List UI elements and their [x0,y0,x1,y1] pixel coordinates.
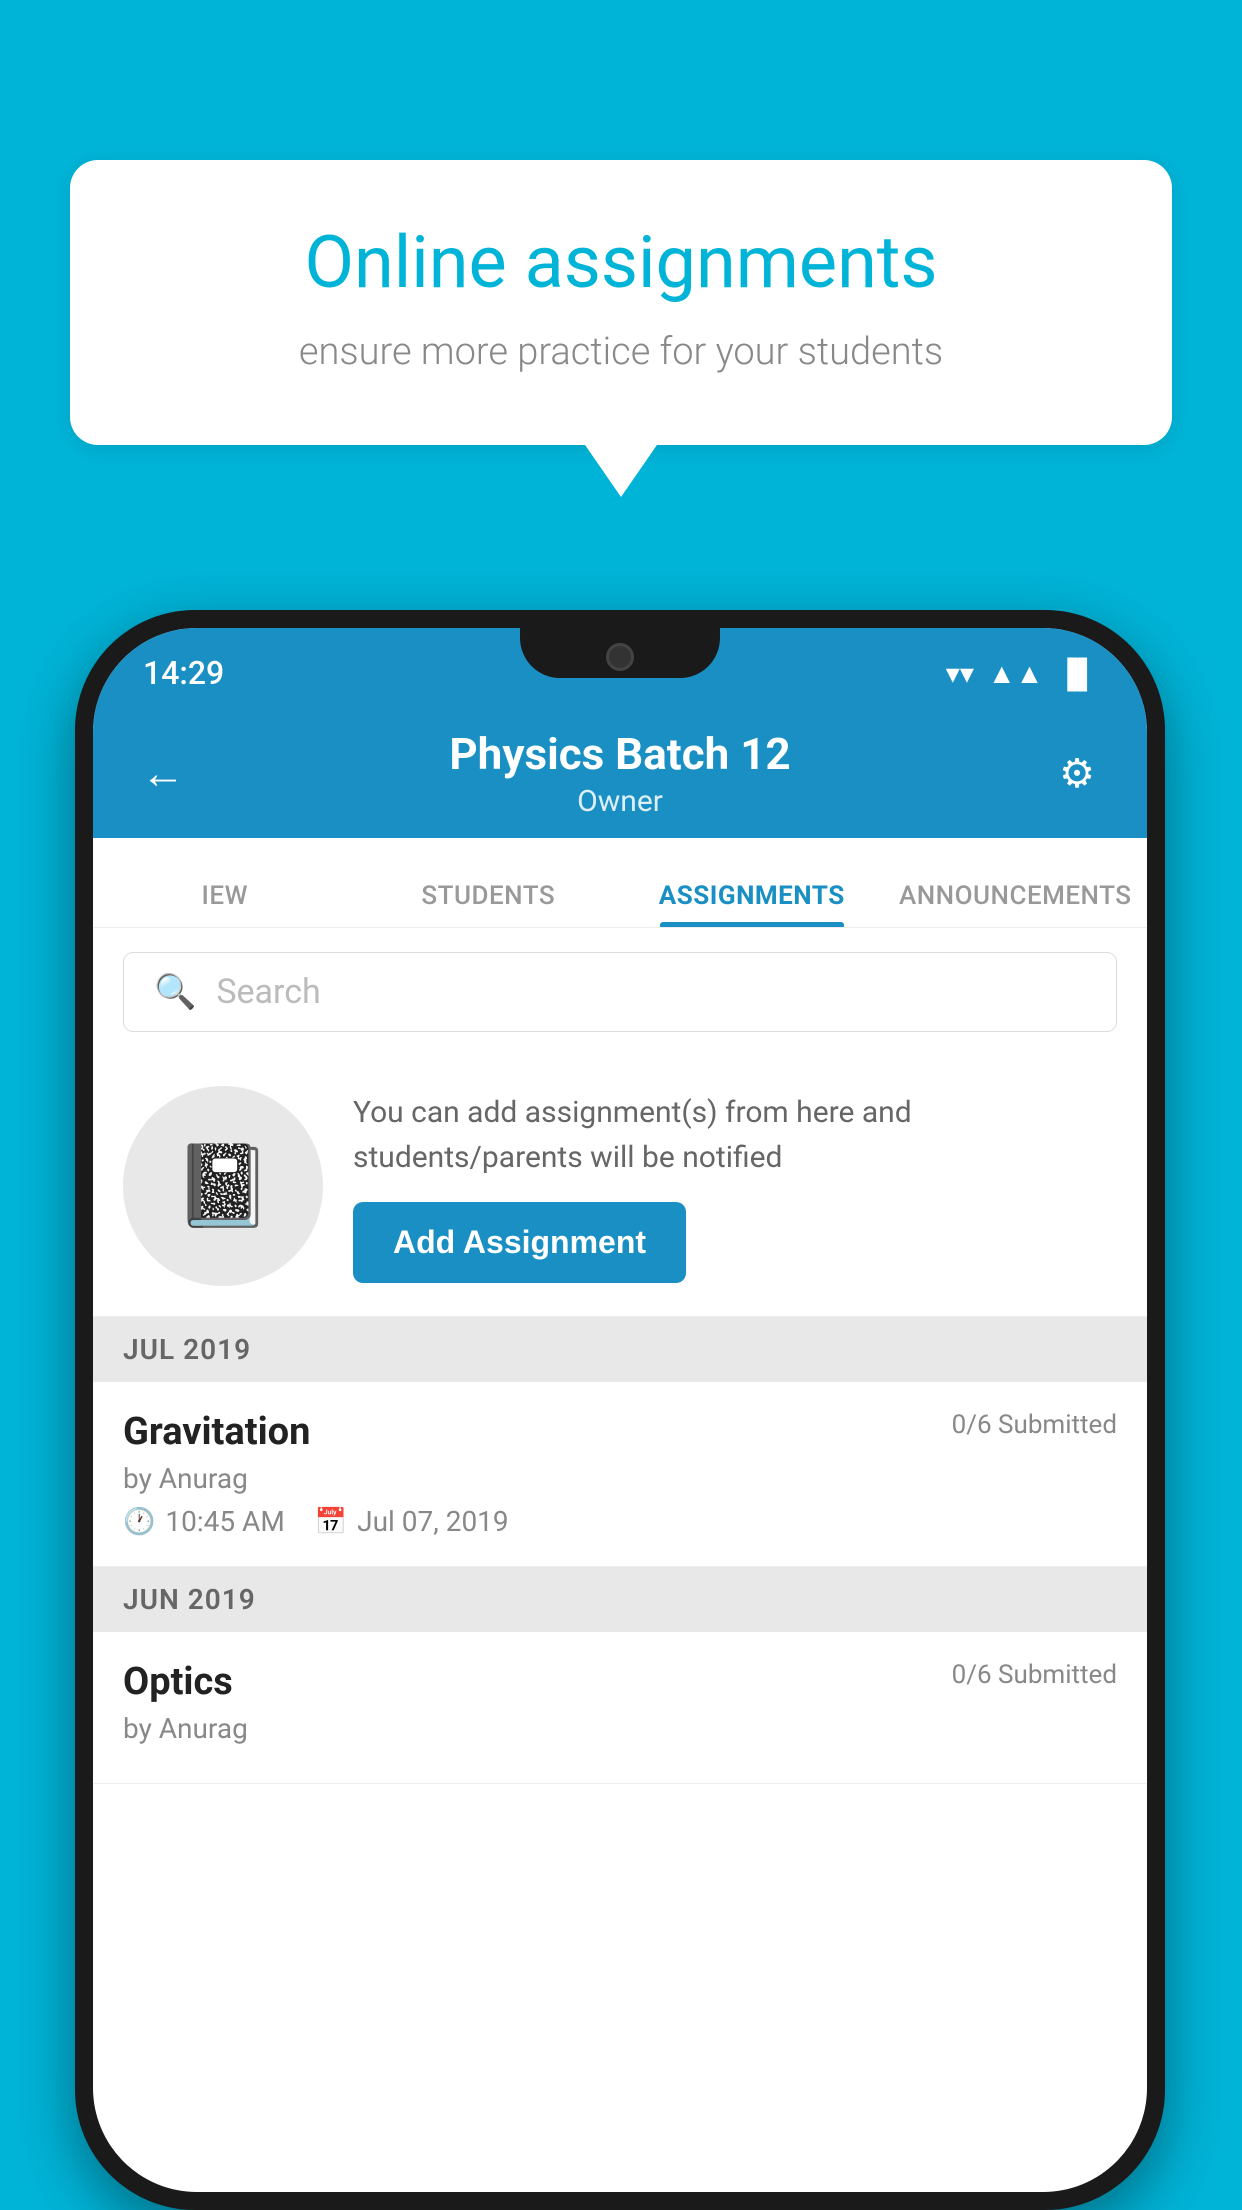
tab-announcements[interactable]: ANNOUNCEMENTS [884,881,1148,927]
calendar-icon: 📅 [315,1507,347,1537]
submitted-badge-2: 0/6 Submitted [952,1660,1117,1690]
search-icon: 🔍 [154,972,196,1012]
search-placeholder: Search [216,972,320,1012]
assignment-row-top-2: Optics 0/6 Submitted [123,1660,1117,1704]
settings-button[interactable]: ⚙ [1047,750,1107,797]
search-container: 🔍 Search [93,928,1147,1056]
header-title: Physics Batch 12 [193,728,1047,780]
phone-frame: 14:29 ▾▾ ▲▲ ▐▌ ← Physics Batch 12 Owner … [75,610,1165,2210]
status-time: 14:29 [143,654,224,692]
assignment-time-value: 10:45 AM [165,1505,284,1538]
phone-camera [606,643,634,671]
section-header-jun2019: JUN 2019 [93,1567,1147,1632]
notebook-icon: 📓 [173,1139,273,1233]
clock-icon: 🕐 [123,1507,155,1537]
header-center: Physics Batch 12 Owner [193,728,1047,819]
battery-icon: ▐▌ [1057,657,1097,690]
back-button[interactable]: ← [133,747,193,799]
speech-bubble-container: Online assignments ensure more practice … [70,160,1172,445]
speech-bubble: Online assignments ensure more practice … [70,160,1172,445]
tab-assignments[interactable]: ASSIGNMENTS [620,881,884,927]
promo-description: You can add assignment(s) from here and … [353,1090,1117,1180]
assignment-name-2: Optics [123,1660,233,1704]
assignment-author: by Anurag [123,1462,1117,1495]
assignment-item-optics[interactable]: Optics 0/6 Submitted by Anurag [93,1632,1147,1784]
assignment-name: Gravitation [123,1410,310,1454]
tab-students[interactable]: STUDENTS [357,881,621,927]
header-subtitle: Owner [193,784,1047,819]
promo-icon-circle: 📓 [123,1086,323,1286]
assignment-row-top: Gravitation 0/6 Submitted [123,1410,1117,1454]
assignment-date: 📅 Jul 07, 2019 [315,1505,509,1538]
assignment-meta: 🕐 10:45 AM 📅 Jul 07, 2019 [123,1505,1117,1538]
wifi-icon: ▾▾ [946,657,974,690]
promo-content: You can add assignment(s) from here and … [353,1090,1117,1283]
signal-icon: ▲▲ [988,657,1043,690]
tabs-bar: IEW STUDENTS ASSIGNMENTS ANNOUNCEMENTS [93,838,1147,928]
assignment-author-2: by Anurag [123,1712,1117,1745]
app-header: ← Physics Batch 12 Owner ⚙ [93,708,1147,838]
phone-inner: 14:29 ▾▾ ▲▲ ▐▌ ← Physics Batch 12 Owner … [93,628,1147,2192]
status-icons: ▾▾ ▲▲ ▐▌ [946,657,1097,690]
speech-bubble-title: Online assignments [140,220,1102,306]
speech-bubble-subtitle: ensure more practice for your students [140,326,1102,379]
phone-notch [520,628,720,678]
submitted-badge: 0/6 Submitted [952,1410,1117,1440]
tab-iew[interactable]: IEW [93,881,357,927]
section-header-jul2019: JUL 2019 [93,1317,1147,1382]
assignment-date-value: Jul 07, 2019 [357,1505,509,1538]
add-assignment-button[interactable]: Add Assignment [353,1202,686,1283]
search-bar[interactable]: 🔍 Search [123,952,1117,1032]
assignment-item-gravitation[interactable]: Gravitation 0/6 Submitted by Anurag 🕐 10… [93,1382,1147,1567]
add-assignment-promo: 📓 You can add assignment(s) from here an… [93,1056,1147,1317]
assignment-time: 🕐 10:45 AM [123,1505,285,1538]
